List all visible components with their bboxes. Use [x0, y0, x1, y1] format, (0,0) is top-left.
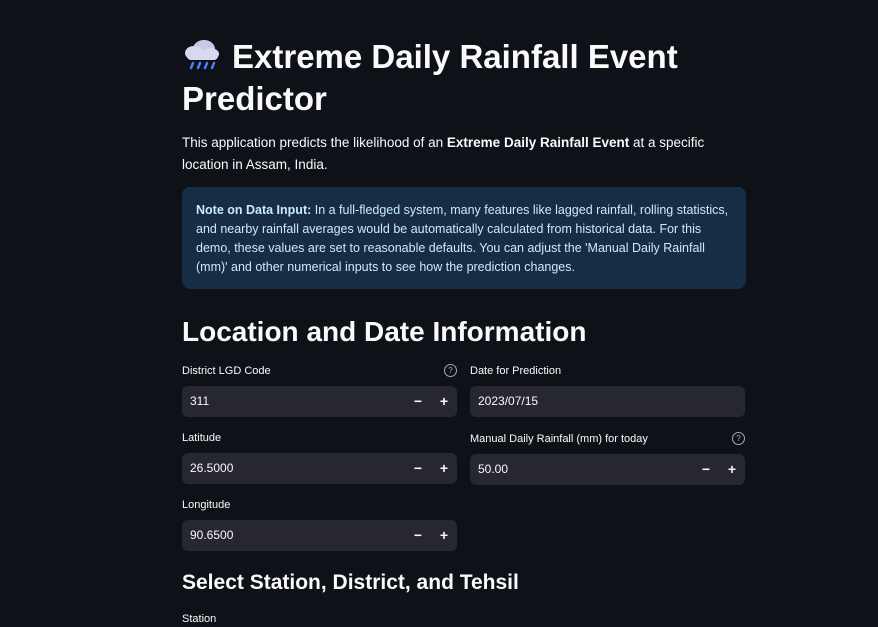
help-icon[interactable]: ?: [732, 432, 745, 445]
section-heading-station-district-tehsil: Select Station, District, and Tehsil: [182, 571, 519, 594]
cloud-with-rain-icon: [185, 40, 219, 70]
district-lgd-code-value[interactable]: 311: [190, 386, 209, 417]
longitude-input[interactable]: 90.6500 − +: [182, 520, 457, 551]
page-title-text: Extreme Daily Rainfall Event Predictor: [182, 38, 678, 117]
district-lgd-code-input[interactable]: 311 − +: [182, 386, 457, 417]
district-lgd-code-field: District LGD Code ? 311 − +: [182, 363, 457, 417]
intro-text-bold: Extreme Daily Rainfall Event: [446, 135, 630, 150]
manual-rainfall-label: Manual Daily Rainfall (mm) for today: [470, 433, 648, 445]
increment-button[interactable]: +: [431, 386, 457, 417]
date-for-prediction-field: Date for Prediction 2023/07/15: [470, 363, 745, 417]
manual-rainfall-input[interactable]: 50.00 − +: [470, 454, 745, 485]
latitude-field: Latitude 26.5000 − +: [182, 430, 457, 484]
longitude-field: Longitude 90.6500 − +: [182, 497, 457, 551]
decrement-button[interactable]: −: [405, 520, 431, 551]
date-value[interactable]: 2023/07/15: [478, 386, 538, 417]
date-label-wrap: Date for Prediction: [470, 363, 745, 379]
date-input[interactable]: 2023/07/15: [470, 386, 745, 417]
manual-rainfall-value[interactable]: 50.00: [478, 454, 508, 485]
increment-button[interactable]: +: [431, 520, 457, 551]
district-lgd-code-label-wrap: District LGD Code ?: [182, 363, 457, 379]
increment-button[interactable]: +: [719, 454, 745, 485]
latitude-label: Latitude: [182, 432, 222, 444]
decrement-button[interactable]: −: [693, 454, 719, 485]
latitude-value[interactable]: 26.5000: [190, 453, 233, 484]
help-icon[interactable]: ?: [444, 364, 457, 377]
longitude-label: Longitude: [182, 499, 231, 511]
section-heading-location-date: Location and Date Information: [182, 316, 587, 347]
district-lgd-code-label: District LGD Code: [182, 365, 271, 377]
longitude-value[interactable]: 90.6500: [190, 520, 233, 551]
intro-text-start: This application predicts the likelihood…: [182, 135, 447, 150]
latitude-label-wrap: Latitude: [182, 430, 457, 446]
intro-text: This application predicts the likelihood…: [182, 132, 746, 176]
longitude-label-wrap: Longitude: [182, 497, 457, 513]
latitude-input[interactable]: 26.5000 − +: [182, 453, 457, 484]
decrement-button[interactable]: −: [405, 453, 431, 484]
manual-rainfall-label-wrap: Manual Daily Rainfall (mm) for today ?: [470, 431, 745, 447]
increment-button[interactable]: +: [431, 453, 457, 484]
decrement-button[interactable]: −: [405, 386, 431, 417]
info-alert-title: Note on Data Input:: [196, 203, 312, 217]
manual-rainfall-field: Manual Daily Rainfall (mm) for today ? 5…: [470, 431, 745, 485]
page-title: Extreme Daily Rainfall Event Predictor: [182, 36, 746, 120]
date-for-prediction-label: Date for Prediction: [470, 365, 562, 377]
info-alert-box: Note on Data Input: In a full-fledged sy…: [182, 187, 746, 289]
